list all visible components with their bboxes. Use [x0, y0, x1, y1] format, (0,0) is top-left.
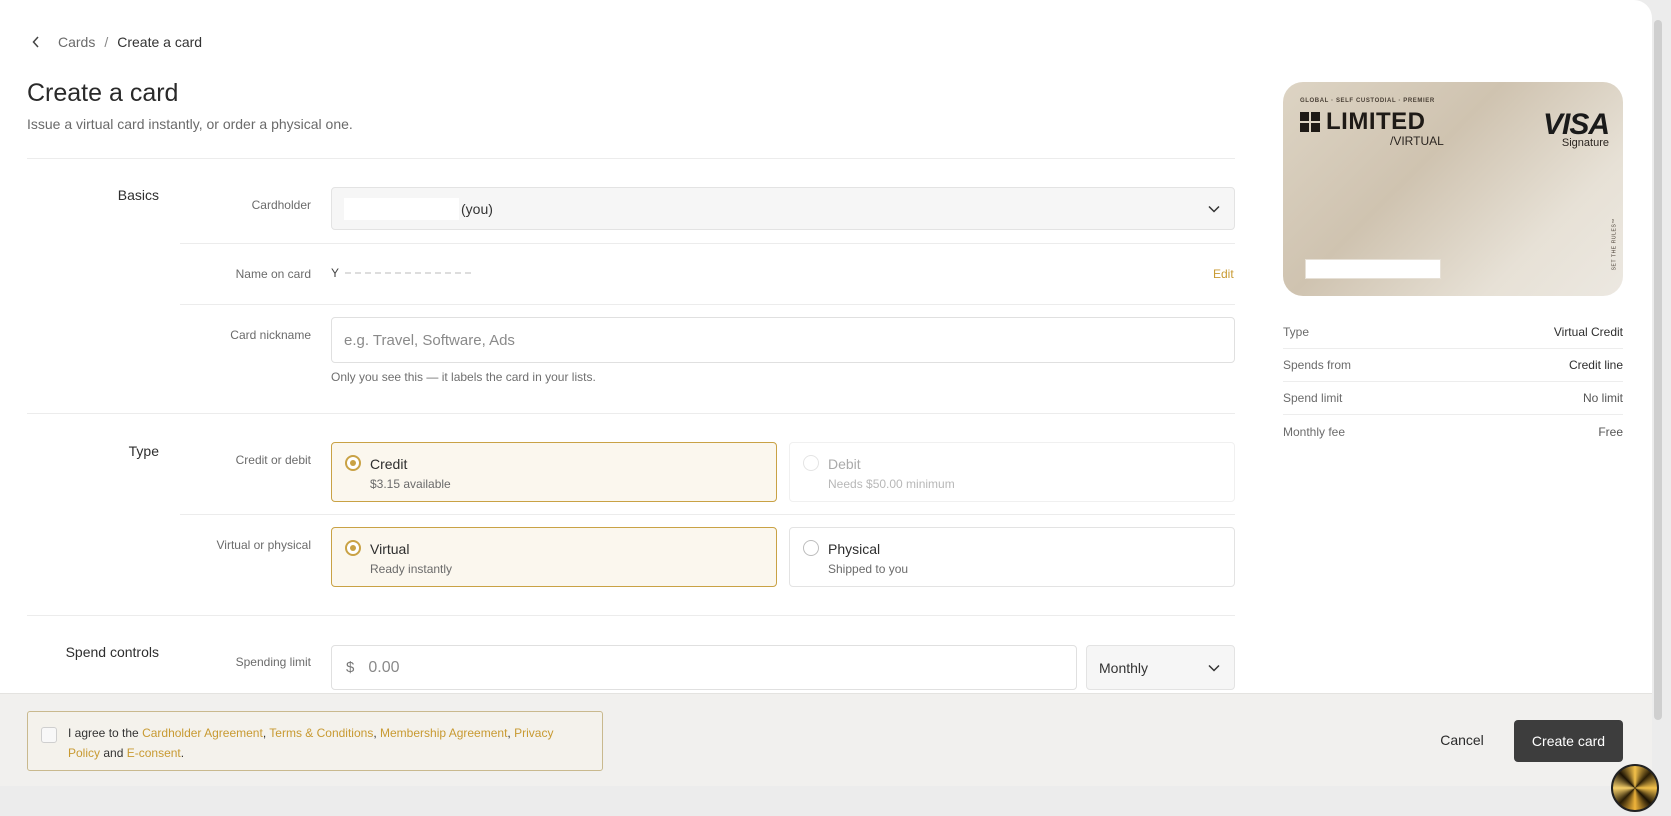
name-on-card-value: Y [331, 266, 476, 280]
credit-or-debit-label: Credit or debit [235, 453, 311, 467]
summary-value: Virtual Credit [1553, 325, 1623, 339]
chevron-down-icon [1208, 664, 1220, 672]
summary-row: Type Virtual Credit [1283, 316, 1623, 349]
summary-row: Monthly fee Free [1283, 415, 1623, 448]
divider [180, 243, 1235, 244]
card-kind: /VIRTUAL [1390, 134, 1444, 148]
create-card-sheet: Cards / Create a card Create a card Issu… [0, 0, 1652, 786]
page-subtitle: Issue a virtual card instantly, or order… [27, 116, 353, 132]
summary-key: Monthly fee [1283, 424, 1346, 439]
spending-limit-label: Spending limit [235, 655, 311, 669]
option-credit-subtitle: $3.15 available [370, 477, 451, 491]
summary-value: Credit line [1568, 358, 1623, 372]
radio-physical[interactable] [803, 540, 819, 556]
divider [180, 304, 1235, 305]
terms-link[interactable]: Terms & Conditions [269, 726, 373, 740]
summary-key: Type [1283, 325, 1310, 339]
option-physical-subtitle: Shipped to you [828, 562, 909, 576]
cardholder-select-value: (you) [344, 197, 1208, 220]
redacted-name [345, 272, 476, 274]
card-preview: GLOBAL · SELF CUSTODIAL · PREMIER LIMITE… [1283, 82, 1623, 296]
option-debit: Debit Needs $50.00 minimum [789, 442, 1235, 502]
option-credit[interactable]: Credit $3.15 available [331, 442, 777, 502]
section-label-basics: Basics [117, 187, 159, 203]
radio-virtual[interactable] [345, 540, 361, 556]
consent-box: I agree to the Cardholder Agreement, Ter… [27, 711, 603, 771]
consent-text: I agree to the Cardholder Agreement, Ter… [68, 723, 588, 763]
spending-limit-input[interactable] [368, 658, 969, 677]
radio-debit [803, 455, 819, 471]
card-nickname-input[interactable] [331, 317, 1235, 363]
divider [27, 158, 1235, 159]
edit-name-link[interactable]: Edit [1213, 267, 1234, 281]
breadcrumb-current: Create a card [117, 34, 203, 50]
section-label-type: Type [128, 443, 159, 459]
brand-logo-icon [1300, 112, 1320, 132]
membership-agreement-link[interactable]: Membership Agreement [380, 726, 507, 740]
limit-period-value: Monthly [1099, 659, 1149, 676]
divider [27, 413, 1235, 414]
consent-prefix: I agree to the [68, 726, 139, 740]
card-tagline: GLOBAL · SELF CUSTODIAL · PREMIER [1300, 98, 1435, 104]
consent-checkbox[interactable] [41, 727, 57, 743]
summary-value: No limit [1582, 391, 1623, 405]
virtual-or-physical-label: Virtual or physical [216, 538, 312, 552]
option-credit-title: Credit [370, 456, 408, 472]
card-brand-name: LIMITED [1326, 108, 1426, 135]
option-debit-subtitle: Needs $50.00 minimum [828, 477, 955, 491]
back-button[interactable] [28, 32, 44, 52]
network-tier: Signature [1561, 137, 1609, 149]
scrollbar[interactable] [1654, 20, 1662, 720]
spending-limit-field[interactable]: $ [331, 645, 1077, 690]
breadcrumb-cards-link[interactable]: Cards [58, 34, 95, 50]
card-nickname-helper: Only you see this — it labels the card i… [331, 370, 596, 384]
consent-comma: , [262, 726, 267, 740]
assistant-orb-button[interactable] [1611, 764, 1659, 812]
cardholder-agreement-link[interactable]: Cardholder Agreement [142, 726, 263, 740]
summary-row: Spend limit No limit [1283, 382, 1623, 415]
name-on-card-initial: Y [331, 266, 340, 280]
e-consent-link[interactable]: E-consent [127, 746, 181, 760]
cancel-button[interactable]: Cancel [1425, 720, 1499, 760]
page-title: Create a card [27, 79, 179, 107]
card-brand: LIMITED [1300, 108, 1426, 136]
summary-key: Spend limit [1283, 391, 1343, 405]
divider [27, 615, 1235, 616]
card-nickname-label: Card nickname [230, 328, 311, 342]
consent-period: . [180, 746, 185, 760]
section-label-spend-controls: Spend controls [65, 644, 159, 660]
chevron-left-icon [32, 36, 39, 48]
name-on-card-label: Name on card [235, 267, 311, 281]
chevron-down-icon [1208, 205, 1220, 213]
summary-row: Spends from Credit line [1283, 349, 1623, 382]
footer-action-bar: I agree to the Cardholder Agreement, Ter… [0, 693, 1652, 786]
option-virtual[interactable]: Virtual Ready instantly [331, 527, 777, 587]
radio-credit[interactable] [345, 455, 361, 471]
card-summary: Type Virtual Credit Spends from Credit l… [1283, 316, 1623, 448]
card-vertical-text: SET THE RULES™ [1611, 218, 1617, 271]
cardholder-select[interactable]: (you) [331, 187, 1235, 230]
option-debit-title: Debit [828, 456, 861, 472]
summary-value: Free [1598, 424, 1623, 439]
redacted-cardholder-name [344, 197, 459, 220]
limit-period-select[interactable]: Monthly [1086, 645, 1235, 690]
summary-key: Spends from [1283, 358, 1352, 372]
breadcrumb-separator: / [104, 34, 109, 50]
consent-and: and [103, 746, 124, 760]
cardholder-label: Cardholder [251, 198, 311, 212]
option-physical-title: Physical [828, 541, 881, 557]
option-physical[interactable]: Physical Shipped to you [789, 527, 1235, 587]
consent-comma: , [507, 726, 511, 740]
option-virtual-subtitle: Ready instantly [370, 562, 453, 576]
option-virtual-title: Virtual [370, 541, 410, 557]
breadcrumb: Cards / Create a card [28, 32, 202, 52]
redacted-card-number [1305, 259, 1441, 279]
consent-comma: , [373, 726, 377, 740]
divider [180, 514, 1235, 515]
create-card-button[interactable]: Create card [1514, 720, 1623, 762]
currency-symbol: $ [346, 659, 355, 676]
cardholder-suffix: (you) [461, 200, 493, 217]
